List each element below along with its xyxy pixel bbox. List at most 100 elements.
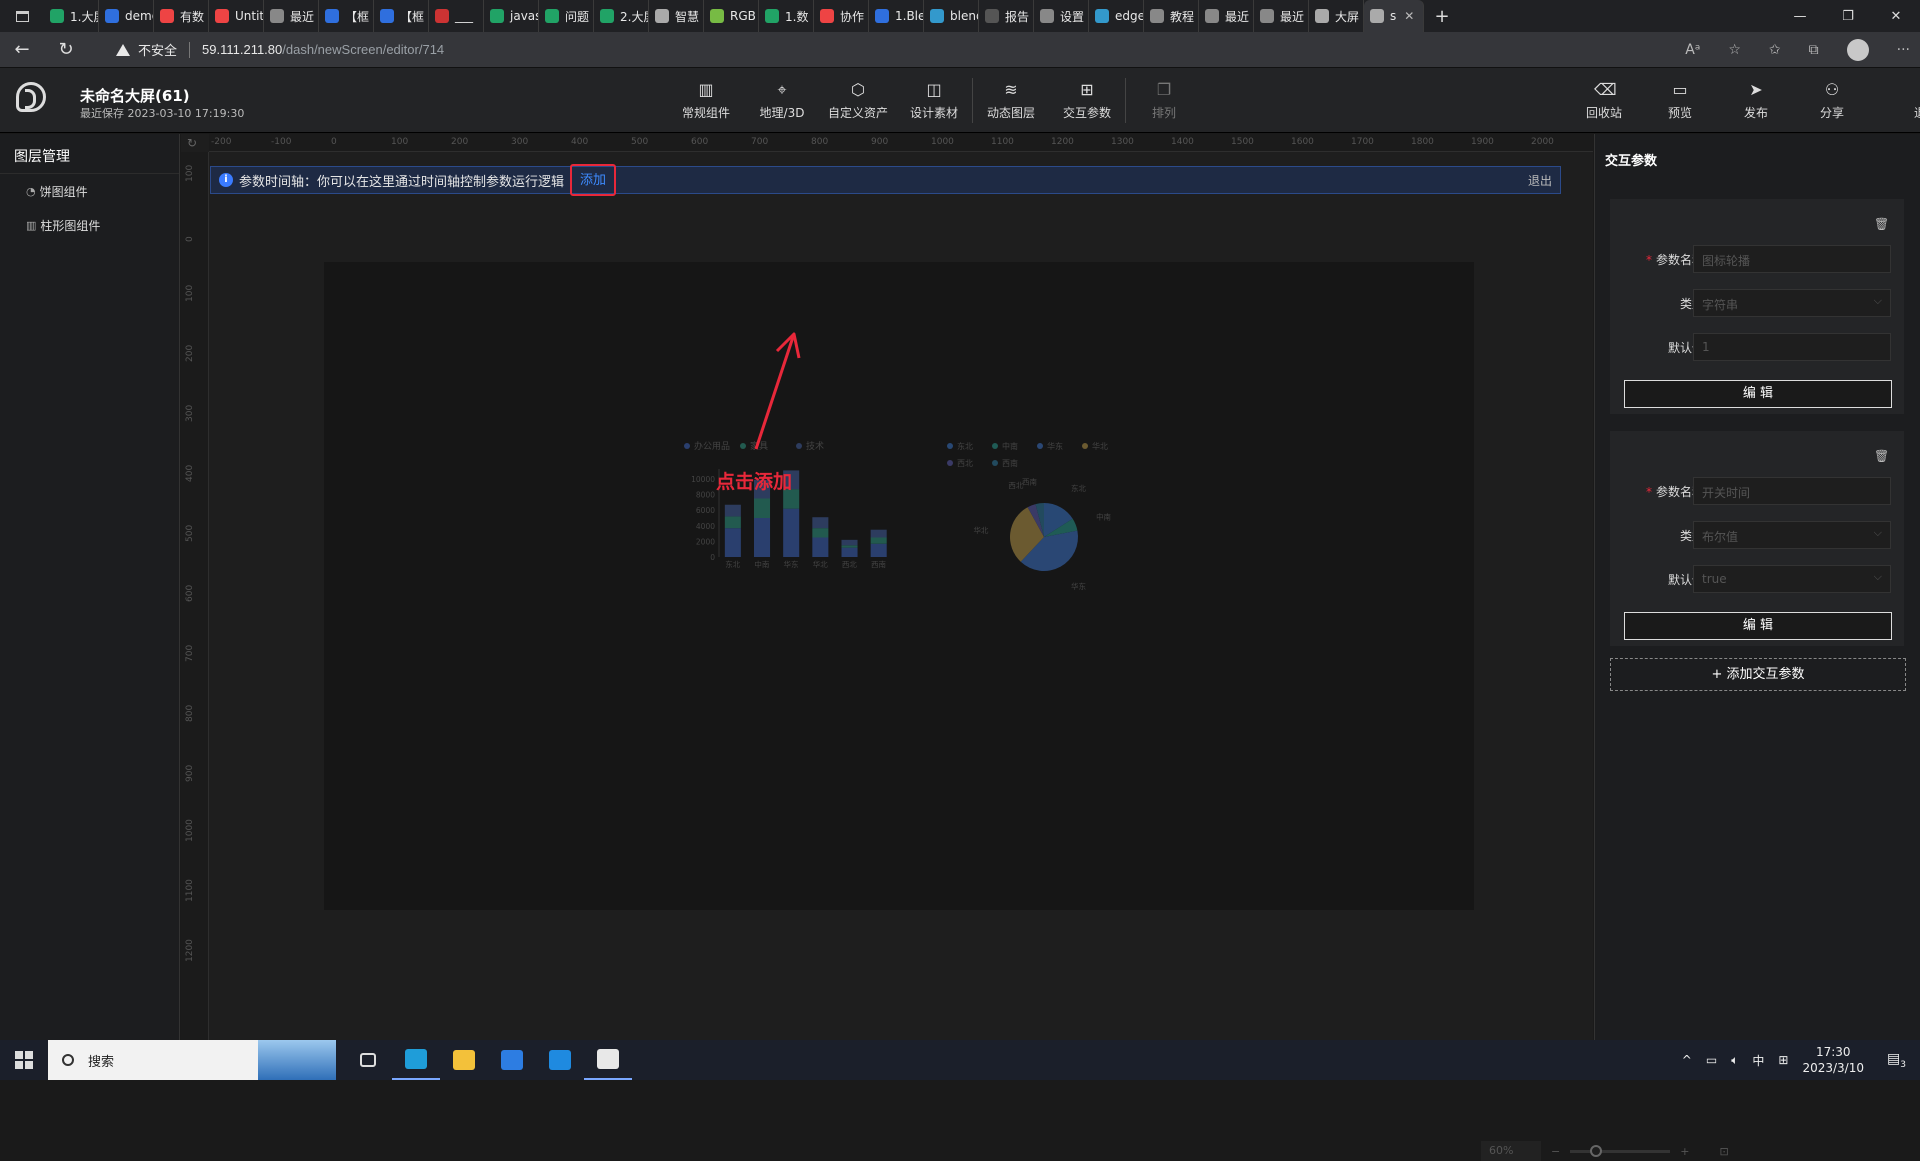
refresh-icon[interactable]: ↻ xyxy=(44,39,88,60)
bar[interactable] xyxy=(724,504,741,517)
zoom-slider[interactable] xyxy=(1570,1144,1671,1157)
zoom-value[interactable]: 60% xyxy=(1481,1141,1541,1161)
browser-tab[interactable]: 设置 xyxy=(1034,0,1089,32)
bar[interactable] xyxy=(841,545,858,548)
taskbar-search[interactable]: 搜索 xyxy=(48,1040,336,1080)
collections-icon[interactable]: ⧉ xyxy=(1809,42,1819,58)
security-indicator[interactable]: 不安全 xyxy=(116,40,177,59)
browser-tab[interactable]: s ✕ xyxy=(1364,0,1424,32)
browser-tab[interactable]: blend xyxy=(924,0,979,32)
fit-screen-icon[interactable]: ⊡ xyxy=(1719,1145,1728,1158)
browser-tab[interactable]: 2.大屏 xyxy=(594,0,649,32)
app-logo-icon[interactable] xyxy=(16,82,46,112)
browser-tab[interactable]: 【框 xyxy=(374,0,429,32)
volume-icon[interactable]: 🔈︎ xyxy=(1731,1053,1738,1068)
browser-tab[interactable]: edge xyxy=(1089,0,1144,32)
param-default-field[interactable]: 1 xyxy=(1693,333,1891,361)
bar-chart[interactable]: 办公用品 家具 技术1000080006000400020000东北 中南 华东 华北 西北… xyxy=(679,437,899,597)
tray-chevron-icon[interactable]: ^ xyxy=(1682,1053,1692,1067)
browser-tab[interactable]: 最近 xyxy=(1254,0,1309,32)
browser-tab[interactable]: demo xyxy=(99,0,154,32)
delete-icon[interactable]: 🗑︎ xyxy=(1874,449,1889,463)
bar[interactable] xyxy=(812,517,829,529)
browser-tab[interactable]: javas xyxy=(484,0,539,32)
zoom-slider-handle[interactable] xyxy=(1590,1144,1603,1157)
browser-tab[interactable]: 大屏 xyxy=(1309,0,1364,32)
browser-tab[interactable]: 智慧 xyxy=(649,0,704,32)
close-icon[interactable]: ✕ xyxy=(1872,0,1920,32)
bar[interactable] xyxy=(841,547,858,557)
browser-tab[interactable]: ___ xyxy=(429,0,484,32)
browser-tab[interactable]: 报告 xyxy=(979,0,1034,32)
pie-chart[interactable]: 东北 中南 华东 华北西北 西南东北中南华东华北西北西南 xyxy=(944,437,1134,597)
restore-icon[interactable]: ❐ xyxy=(1824,0,1872,32)
read-aloud-icon[interactable]: Aᵃ xyxy=(1685,42,1700,58)
url-input[interactable]: 59.111.211.80/dash/newScreen/editor/714 xyxy=(202,42,444,57)
taskbar-app[interactable] xyxy=(536,1040,584,1080)
back-icon[interactable]: ← xyxy=(0,39,44,60)
taskbar-app[interactable] xyxy=(392,1040,440,1080)
new-tab-button[interactable]: + xyxy=(1424,6,1460,27)
browser-tab[interactable]: 1.数 xyxy=(759,0,814,32)
browser-tab[interactable]: 最近 xyxy=(1199,0,1254,32)
browser-tab[interactable]: Untit xyxy=(209,0,264,32)
toolbar-exit-button[interactable]: ⇥ 退出 xyxy=(1888,68,1920,133)
tab-close-icon[interactable]: ✕ xyxy=(1404,9,1414,23)
favorites-icon[interactable]: ✩ xyxy=(1769,42,1781,58)
browser-tab[interactable]: 最近 xyxy=(264,0,319,32)
browser-tab[interactable]: 1.Ble xyxy=(869,0,924,32)
toolbar-layers-button[interactable]: ≋ 动态图层 xyxy=(973,68,1049,133)
zoom-in-icon[interactable]: + xyxy=(1680,1145,1689,1158)
minimize-icon[interactable]: — xyxy=(1776,0,1824,32)
taskbar-app[interactable] xyxy=(344,1040,392,1080)
bar[interactable] xyxy=(870,543,887,557)
browser-tab[interactable]: 问题 xyxy=(539,0,594,32)
browser-tab[interactable]: 【框 xyxy=(319,0,374,32)
bar[interactable] xyxy=(812,528,829,538)
taskbar-app[interactable] xyxy=(584,1040,632,1080)
ime-mode-icon[interactable]: ⊞ xyxy=(1778,1053,1788,1067)
param-name-field[interactable]: 开关时间 xyxy=(1693,477,1891,505)
bar[interactable] xyxy=(783,508,800,557)
toolbar-bar-chart-button[interactable]: ▥ 常规组件 xyxy=(668,68,744,133)
browser-tab[interactable]: RGB xyxy=(704,0,759,32)
browser-tab[interactable]: 协作 xyxy=(814,0,869,32)
bar[interactable] xyxy=(870,537,887,544)
toolbar-preview-button[interactable]: ▭ 预览 xyxy=(1642,68,1718,133)
layer-item[interactable]: ◔ 饼图组件 xyxy=(0,174,179,208)
timeline-add-button[interactable]: 添加 xyxy=(570,164,617,196)
toolbar-arrange-button[interactable]: ❐ 排列 xyxy=(1126,68,1202,133)
taskbar-app[interactable] xyxy=(488,1040,536,1080)
timeline-exit-button[interactable]: 退出 xyxy=(1528,172,1552,189)
toolbar-sliders-button[interactable]: ⊞ 交互参数 xyxy=(1049,68,1125,133)
network-icon[interactable]: ▭ xyxy=(1706,1053,1717,1067)
ime-indicator[interactable]: 中 xyxy=(1752,1052,1764,1069)
toolbar-recycle-bin-button[interactable]: ⌫ 回收站 xyxy=(1566,68,1642,133)
profile-avatar[interactable] xyxy=(1846,38,1869,61)
param-type-select[interactable]: 布尔值 ⌵ xyxy=(1693,521,1891,549)
notification-icon[interactable]: ▤3 xyxy=(1887,1051,1906,1070)
zoom-out-icon[interactable]: − xyxy=(1551,1145,1560,1158)
layer-item[interactable]: ▥ 柱形图组件 xyxy=(0,208,179,242)
param-name-field[interactable]: 图标轮播 xyxy=(1693,245,1891,273)
favorite-add-icon[interactable]: ☆ xyxy=(1728,42,1741,58)
project-title[interactable]: 未命名大屏(61) xyxy=(80,85,190,106)
bar[interactable] xyxy=(754,498,771,519)
clock[interactable]: 17:30 2023/3/10 xyxy=(1802,1044,1864,1076)
edit-param-button[interactable]: 编 辑 xyxy=(1624,612,1892,640)
add-param-button[interactable]: + 添加交互参数 xyxy=(1610,658,1906,691)
bar[interactable] xyxy=(870,529,887,538)
browser-tab[interactable]: 教程 xyxy=(1144,0,1199,32)
taskbar-app[interactable] xyxy=(440,1040,488,1080)
browser-tab[interactable]: 有数 xyxy=(154,0,209,32)
window-menu-icon[interactable] xyxy=(0,0,44,32)
bar[interactable] xyxy=(724,528,741,557)
bar[interactable] xyxy=(841,539,858,546)
screen-artboard[interactable]: 办公用品 家具 技术 10000 8000 6000 4000 2000 0 东北 中南 华东 华北 西北… xyxy=(324,262,1474,910)
toolbar-send-button[interactable]: ➤ 发布 xyxy=(1718,68,1794,133)
bar[interactable] xyxy=(812,537,829,558)
delete-icon[interactable]: 🗑︎ xyxy=(1874,217,1889,231)
canvas-area[interactable]: ↻ -200 -100 0 100 200 300 400 500 600 700 800 900 10… xyxy=(181,134,1729,1161)
param-type-select[interactable]: 字符串 ⌵ xyxy=(1693,289,1891,317)
bar[interactable] xyxy=(754,518,771,557)
